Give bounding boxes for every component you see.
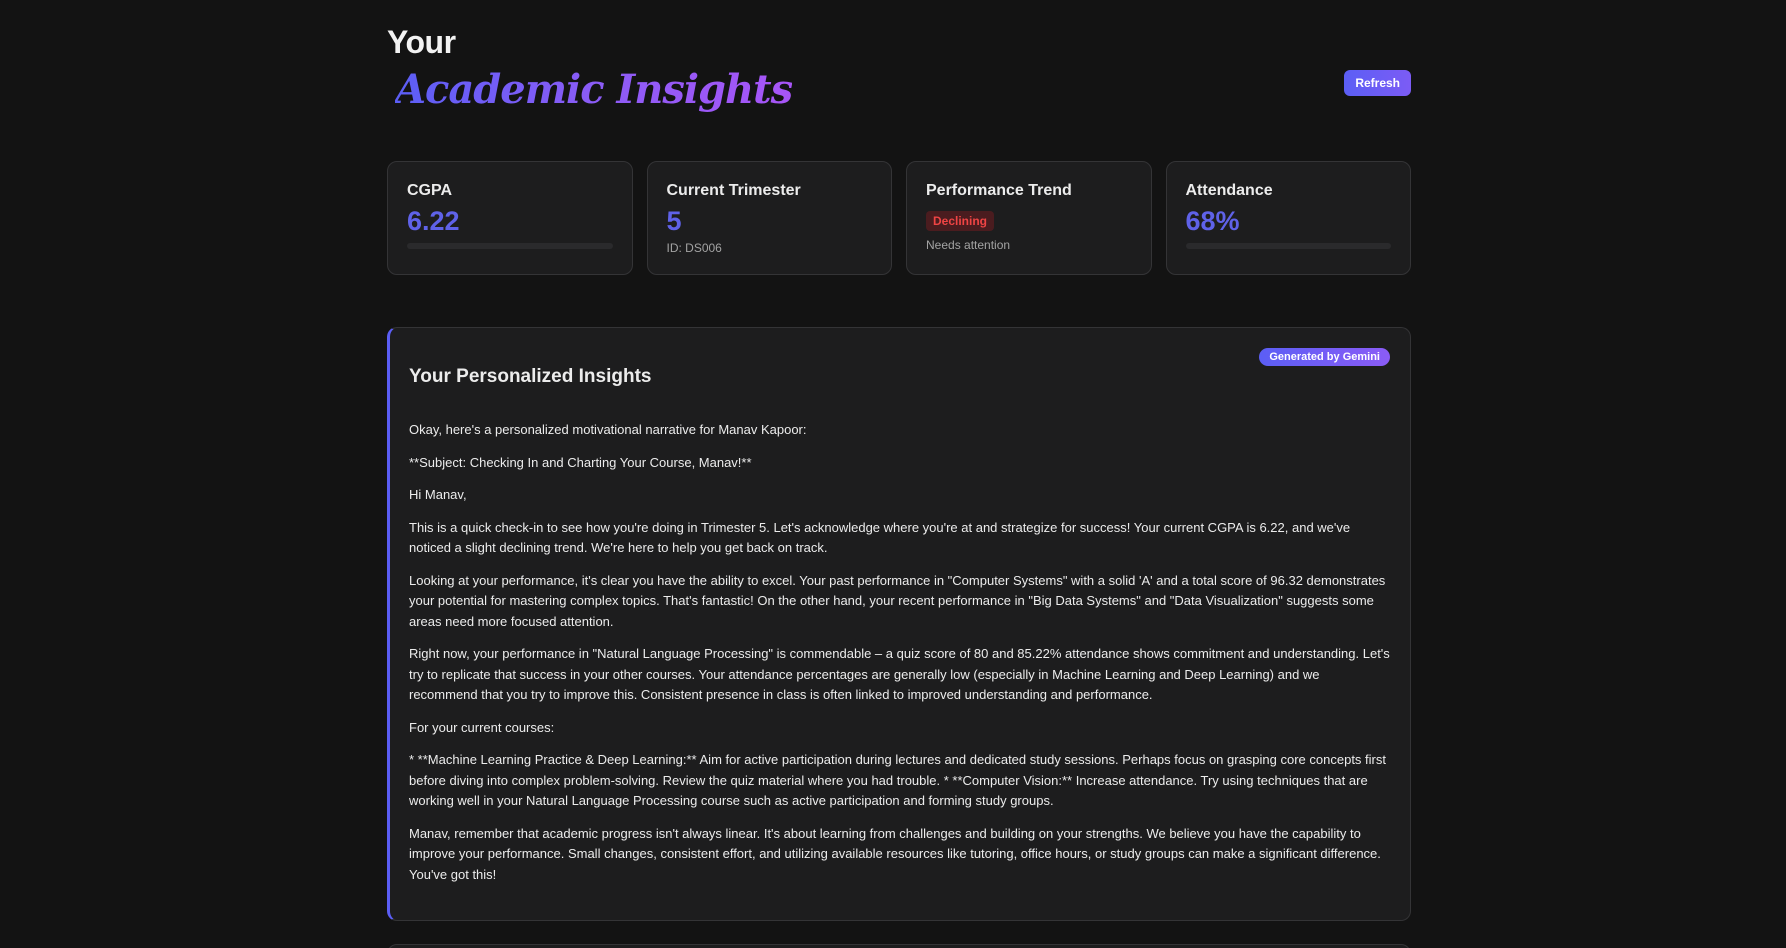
stats-row: CGPA 6.22 Current Trimester 5 ID: DS006 … — [387, 161, 1411, 275]
cgpa-card: CGPA 6.22 — [387, 161, 633, 275]
trend-status-badge: Declining — [926, 211, 995, 231]
trimester-card: Current Trimester 5 ID: DS006 — [646, 161, 892, 275]
page-title-prefix: Your — [387, 24, 456, 60]
insight-paragraph: Hi Manav, — [409, 487, 467, 502]
next-section-card — [387, 944, 1411, 948]
refresh-button[interactable]: Refresh — [1344, 70, 1411, 96]
trimester-value: 5 — [666, 206, 682, 236]
insights-title: Your Personalized Insights — [409, 366, 652, 387]
cgpa-progress-bar — [407, 243, 613, 249]
page-header: Your Academic Insights Refresh — [387, 0, 1411, 161]
trend-label: Performance Trend — [926, 182, 1072, 199]
cgpa-label: CGPA — [407, 182, 453, 199]
cgpa-value: 6.22 — [407, 206, 460, 236]
insight-paragraph: **Subject: Checking In and Charting Your… — [409, 454, 752, 470]
trend-note: Needs attention — [926, 238, 1011, 252]
insights-body: Okay, here's a personalized motivational… — [409, 420, 1390, 885]
attendance-value: 68% — [1185, 206, 1240, 236]
generated-by-badge: Generated by Gemini — [1259, 348, 1390, 366]
attendance-progress-bar — [1185, 243, 1391, 249]
insight-paragraph: Right now, your performance in "Natural … — [409, 646, 1390, 702]
insight-paragraph: Okay, here's a personalized motivational… — [409, 422, 807, 437]
attendance-label: Attendance — [1185, 182, 1273, 199]
insights-panel: Generated by Gemini Your Personalized In… — [387, 327, 1411, 921]
insight-paragraph: Looking at your performance, it's clear … — [409, 572, 1386, 629]
dashboard: Your Academic Insights Refresh CGPA 6.22… — [387, 0, 1411, 921]
insight-paragraph: * **Machine Learning Practice & Deep Lea… — [409, 752, 1386, 808]
insight-paragraph: For your current courses: — [409, 719, 555, 735]
insight-paragraph: This is a quick check-in to see how you'… — [409, 519, 1351, 556]
trend-card: Performance Trend Declining Needs attent… — [906, 161, 1152, 275]
trimester-label: Current Trimester — [666, 182, 801, 199]
page-title: Academic Insights — [395, 66, 793, 113]
student-id: ID: DS006 — [666, 241, 722, 255]
attendance-card: Attendance 68% — [1165, 161, 1411, 275]
insight-paragraph: Manav, remember that academic progress i… — [409, 825, 1381, 882]
